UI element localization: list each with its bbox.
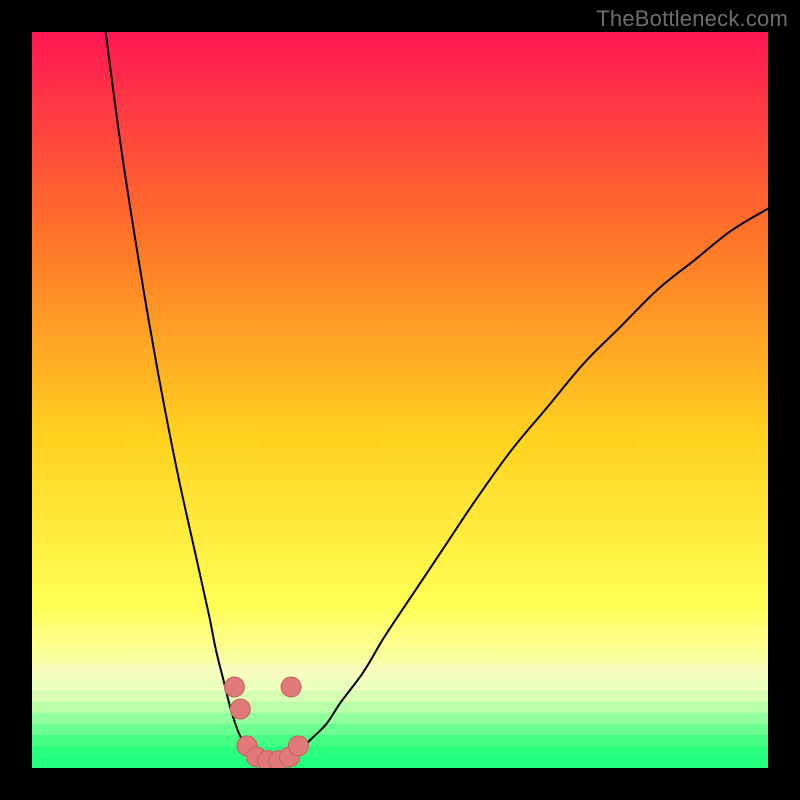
gradient-band — [32, 735, 768, 746]
data-dot — [281, 677, 301, 697]
chart-svg — [32, 32, 768, 768]
data-dot — [230, 699, 250, 719]
gradient-band — [32, 746, 768, 757]
gradient-band — [32, 680, 768, 691]
gradient-band — [32, 691, 768, 702]
watermark-text: TheBottleneck.com — [596, 6, 788, 32]
data-dot — [224, 677, 244, 697]
gradient-background — [32, 32, 768, 768]
gradient-band — [32, 713, 768, 724]
gradient-band — [32, 724, 768, 735]
gradient-band — [32, 702, 768, 713]
gradient-band — [32, 665, 768, 680]
plot-area — [32, 32, 768, 768]
data-dot — [288, 736, 308, 756]
outer-frame: TheBottleneck.com — [0, 0, 800, 800]
gradient-band — [32, 757, 768, 768]
green-band-strips — [32, 665, 768, 768]
